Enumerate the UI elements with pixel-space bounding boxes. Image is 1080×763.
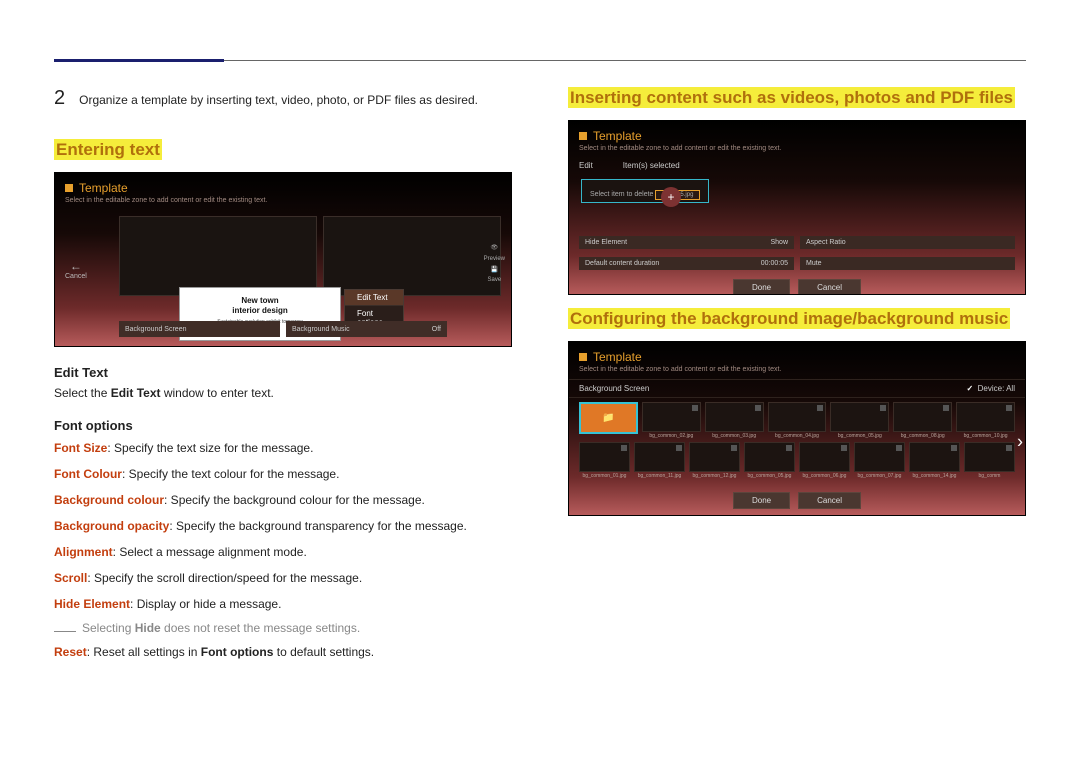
- mock2-done: Done: [733, 279, 790, 295]
- mock3-done: Done: [733, 492, 790, 509]
- note-hide: Selecting Hide does not reset the messag…: [54, 621, 512, 635]
- mock1-zone-b: [323, 216, 501, 296]
- opt-hide-element: Hide Element: Display or hide a message.: [54, 595, 512, 613]
- opt-scroll: Scroll: Specify the scroll direction/spe…: [54, 569, 512, 587]
- mock2-cancel: Cancel: [798, 279, 861, 295]
- opt-bg-colour: Background colour: Specify the backgroun…: [54, 491, 512, 509]
- mock2-subtitle: Select in the editable zone to add conte…: [569, 145, 1025, 158]
- mock1-cancel: Cancel: [65, 259, 87, 280]
- step-2: 2 Organize a template by inserting text,…: [54, 88, 512, 108]
- eye-icon: 👁: [484, 243, 505, 254]
- right-column: Inserting content such as videos, photos…: [568, 88, 1026, 669]
- mock3-title: Template: [569, 342, 1025, 366]
- mock-template-edit-text: Template Select in the editable zone to …: [54, 172, 512, 347]
- opt-reset: Reset: Reset all settings in Font option…: [54, 643, 512, 661]
- mock3-gallery-row1: 📁 bg_common_02.jpg bg_common_03.jpg bg_c…: [579, 402, 1015, 439]
- top-rule: [54, 60, 1026, 62]
- mock1-subtitle: Select in the editable zone to add conte…: [55, 197, 511, 210]
- folder-back-icon: 📁: [602, 413, 614, 424]
- opt-alignment: Alignment: Select a message alignment mo…: [54, 543, 512, 561]
- opt-font-colour: Font Colour: Specify the text colour for…: [54, 465, 512, 483]
- mock1-zone-a: [119, 216, 317, 296]
- mock2-title: Template: [569, 121, 1025, 145]
- opt-bg-opacity: Background opacity: Specify the backgrou…: [54, 517, 512, 535]
- heading-font-options: Font options: [54, 418, 512, 433]
- mock3-bg-row: Background Screen ✓ Device: All: [569, 379, 1025, 398]
- plus-icon: +: [661, 187, 681, 207]
- mock2-hide-element: Hide ElementShow: [579, 236, 794, 249]
- heading-config-bg: Configuring the background image/backgro…: [568, 309, 1010, 329]
- mock3-gallery-row2: bg_common_01.jpg bg_common_11.jpg bg_com…: [579, 442, 1015, 479]
- opt-font-size: Font Size: Specify the text size for the…: [54, 439, 512, 457]
- mock3-cancel: Cancel: [798, 492, 861, 509]
- step-number: 2: [54, 88, 65, 108]
- step-text: Organize a template by inserting text, v…: [79, 88, 478, 107]
- mock1-menu-edit-text: Edit Text: [345, 290, 403, 306]
- mock2-mute: Mute: [800, 257, 1015, 270]
- heading-inserting-content: Inserting content such as videos, photos…: [568, 88, 1015, 108]
- mock1-bg-screen: Background Screen: [119, 321, 280, 337]
- left-column: 2 Organize a template by inserting text,…: [54, 88, 512, 669]
- mock1-bg-music: Background MusicOff: [286, 321, 447, 337]
- mock2-toolbar: EditItem(s) selected: [569, 158, 1025, 173]
- chevron-right-icon: ›: [1017, 432, 1023, 453]
- mock2-aspect-ratio: Aspect Ratio: [800, 236, 1015, 249]
- heading-entering-text: Entering text: [54, 140, 162, 160]
- mock-template-bg: Template Select in the editable zone to …: [568, 341, 1026, 516]
- save-icon: 💾: [484, 265, 505, 276]
- mock1-title: Template: [55, 173, 511, 197]
- mock1-side: 👁 Preview 💾 Save: [484, 243, 505, 286]
- mock2-duration: Default content duration00:00:05: [579, 257, 794, 270]
- mock-template-insert: Template Select in the editable zone to …: [568, 120, 1026, 295]
- mock3-subtitle: Select in the editable zone to add conte…: [569, 366, 1025, 379]
- edit-text-body: Select the Edit Text window to enter tex…: [54, 386, 512, 400]
- heading-edit-text: Edit Text: [54, 365, 512, 380]
- mock2-delete-box: Select item to delete picture5.jpg: [581, 179, 709, 203]
